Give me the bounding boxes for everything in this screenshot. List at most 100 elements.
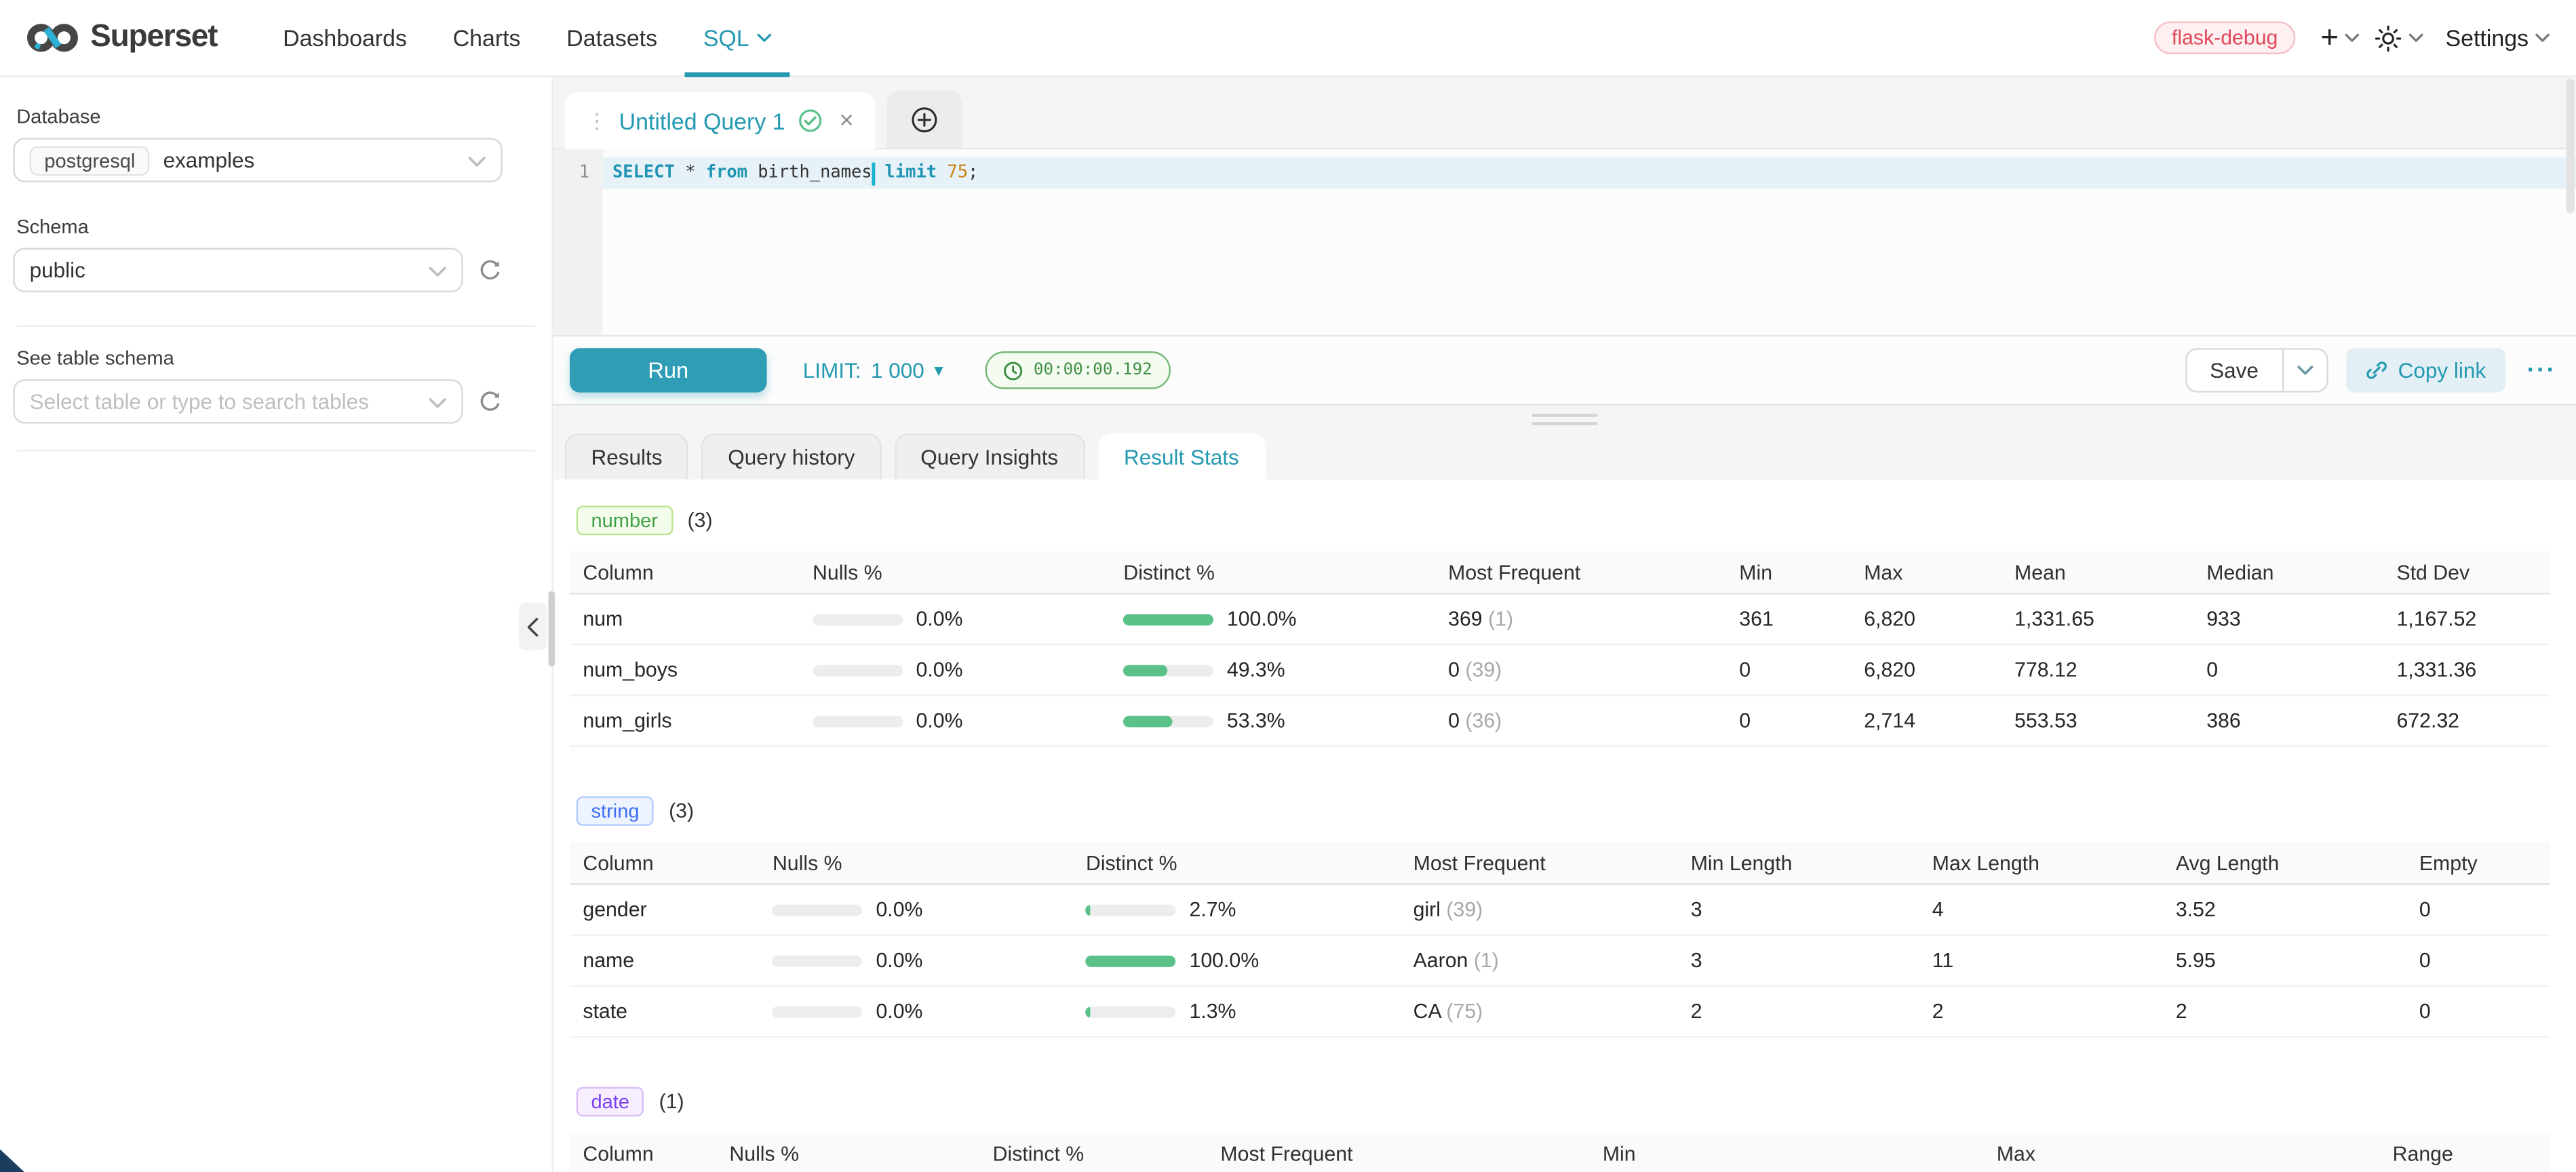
sql-code-line[interactable]: SELECT * from birth_names limit 75; bbox=[602, 157, 2576, 189]
column-header-nulls-: Nulls % bbox=[716, 1133, 979, 1172]
nav-item-datasets[interactable]: Datasets bbox=[543, 0, 680, 77]
nulls-bar bbox=[813, 664, 903, 676]
column-header-median: Median bbox=[2193, 551, 2383, 593]
brand-name: Superset bbox=[90, 20, 217, 56]
superset-logo[interactable]: Superset bbox=[26, 20, 218, 56]
most-frequent-count: (39) bbox=[1446, 898, 1483, 921]
divider-scrollbar-thumb[interactable] bbox=[549, 591, 555, 666]
most-frequent-value: CA bbox=[1413, 1000, 1447, 1023]
nulls-cell: 0.0% bbox=[760, 935, 1073, 986]
table-select[interactable]: Select table or type to search tables bbox=[13, 379, 463, 423]
stat-cell: 1,167.52 bbox=[2383, 593, 2550, 644]
limit-label: LIMIT: bbox=[803, 358, 861, 383]
column-name-cell: num_girls bbox=[570, 695, 800, 746]
distinct-cell: 100.0% bbox=[1073, 935, 1401, 986]
column-header-avg-length: Avg Length bbox=[2162, 842, 2406, 884]
nav-item-charts[interactable]: Charts bbox=[430, 0, 544, 77]
most-frequent-cell: 0 (36) bbox=[1435, 695, 1726, 746]
more-actions-button[interactable]: ··· bbox=[2527, 356, 2557, 384]
tab-results[interactable]: Results bbox=[565, 433, 688, 480]
sun-icon bbox=[2375, 24, 2402, 52]
drag-handle-icon[interactable]: ⋮ bbox=[586, 108, 606, 134]
settings-menu[interactable]: Settings bbox=[2439, 24, 2550, 51]
pane-resize-handle[interactable] bbox=[553, 406, 2576, 433]
stat-cell: 0 bbox=[2406, 986, 2550, 1037]
column-count: (3) bbox=[688, 509, 713, 532]
toolbar-right: Save Copy link bbox=[2185, 348, 2556, 392]
run-query-button[interactable]: Run bbox=[570, 348, 766, 392]
nulls-bar bbox=[773, 904, 863, 916]
distinct-cell: 100.0% bbox=[1110, 593, 1435, 644]
column-header-distinct-: Distinct % bbox=[1073, 842, 1401, 884]
query-tabbar: ⋮ Untitled Query 1 × bbox=[553, 77, 2576, 150]
result-stats-content: number(3)ColumnNulls %Distinct %Most Fre… bbox=[553, 480, 2576, 1172]
tab-query-insights[interactable]: Query Insights bbox=[895, 433, 1085, 480]
table-row: num_girls0.0%53.3%0 (36)02,714553.533866… bbox=[570, 695, 2550, 746]
refresh-icon bbox=[477, 389, 502, 414]
database-select[interactable]: postgresql examples bbox=[13, 138, 502, 182]
new-item-menu[interactable]: + bbox=[2311, 22, 2360, 54]
sql-editor[interactable]: 1 SELECT * from birth_names limit 75; bbox=[553, 149, 2576, 336]
column-header-most-frequent: Most Frequent bbox=[1207, 1133, 1589, 1172]
chevron-down-icon bbox=[2297, 364, 2313, 376]
most-frequent-count: (1) bbox=[1488, 608, 1513, 631]
tab-query-history[interactable]: Query history bbox=[702, 433, 882, 480]
schema-select[interactable]: public bbox=[13, 248, 463, 292]
column-header-min: Min bbox=[1589, 1133, 1983, 1172]
column-header-range: Range bbox=[2379, 1133, 2550, 1172]
column-header-most-frequent: Most Frequent bbox=[1400, 842, 1677, 884]
date-type-badge: date bbox=[577, 1087, 644, 1117]
nulls-pct: 0.0% bbox=[916, 709, 963, 732]
column-name-cell: num_boys bbox=[570, 644, 800, 695]
query-tab[interactable]: ⋮ Untitled Query 1 × bbox=[565, 92, 875, 150]
nav-item-sql[interactable]: SQL bbox=[680, 0, 795, 77]
tab-result-stats[interactable]: Result Stats bbox=[1097, 433, 1265, 480]
table-row: gender0.0%2.7%girl (39)343.520 bbox=[570, 884, 2550, 935]
schema-label: Schema bbox=[16, 215, 535, 238]
section-header: date(1) bbox=[570, 1061, 2550, 1133]
main-nav: DashboardsCharts Datasets SQL bbox=[260, 0, 795, 77]
copy-link-button[interactable]: Copy link bbox=[2345, 348, 2505, 392]
sqllab-left-sidebar: Database postgresql examples Schema publ… bbox=[0, 77, 553, 1172]
sql-token: * bbox=[675, 157, 706, 189]
column-header-distinct-: Distinct % bbox=[979, 1133, 1207, 1172]
chevron-down-icon bbox=[758, 33, 773, 43]
nulls-bar bbox=[813, 715, 903, 726]
refresh-tables-button[interactable] bbox=[477, 389, 502, 414]
chevron-down-icon bbox=[468, 155, 486, 167]
add-query-tab-button[interactable] bbox=[886, 90, 962, 148]
sql-token: birth_names bbox=[747, 157, 872, 189]
section-header: string(3) bbox=[570, 770, 2550, 842]
column-header-most-frequent: Most Frequent bbox=[1435, 551, 1726, 593]
collapse-sidebar-button[interactable] bbox=[519, 602, 547, 650]
limit-dropdown[interactable]: LIMIT: 1 000 ▾ bbox=[803, 358, 943, 383]
column-header-std-dev: Std Dev bbox=[2383, 551, 2550, 593]
close-tab-icon[interactable]: × bbox=[839, 106, 853, 134]
most-frequent-value: 0 bbox=[1448, 659, 1465, 682]
editor-toolbar: Run LIMIT: 1 000 ▾ 00:00:00.192 Save bbox=[553, 336, 2576, 406]
most-frequent-cell: 0 (39) bbox=[1435, 644, 1726, 695]
save-options-button[interactable] bbox=[2282, 350, 2326, 391]
most-frequent-cell: CA (75) bbox=[1400, 986, 1677, 1037]
nav-item-label: Datasets bbox=[566, 24, 657, 51]
theme-toggle-menu[interactable] bbox=[2375, 24, 2424, 52]
column-header-column: Column bbox=[570, 551, 800, 593]
panel-scrollbar-thumb[interactable] bbox=[2567, 79, 2575, 214]
editor-code-area[interactable]: SELECT * from birth_names limit 75; bbox=[602, 149, 2576, 335]
stat-cell: 361 bbox=[1726, 593, 1851, 644]
stat-cell: 0 bbox=[2406, 935, 2550, 986]
results-pane: Results Query history Query Insights Result… bbox=[553, 406, 2576, 1172]
distinct-cell: 1.3% bbox=[1073, 986, 1401, 1037]
settings-label: Settings bbox=[2446, 24, 2529, 51]
most-frequent-value: girl bbox=[1413, 898, 1447, 921]
stat-cell: 5.95 bbox=[2162, 935, 2406, 986]
column-header-nulls-: Nulls % bbox=[760, 842, 1073, 884]
stat-cell: 6,820 bbox=[1851, 644, 2002, 695]
stat-cell: 1,331.36 bbox=[2383, 644, 2550, 695]
sql-token: ; bbox=[968, 157, 978, 189]
save-button[interactable]: Save bbox=[2187, 350, 2282, 391]
refresh-schemas-button[interactable] bbox=[477, 258, 502, 282]
date-stats-table: ColumnNulls %Distinct %Most FrequentMinM… bbox=[570, 1133, 2550, 1172]
nav-item-dashboards[interactable]: Dashboards bbox=[260, 0, 430, 77]
distinct-pct: 2.7% bbox=[1189, 898, 1236, 921]
